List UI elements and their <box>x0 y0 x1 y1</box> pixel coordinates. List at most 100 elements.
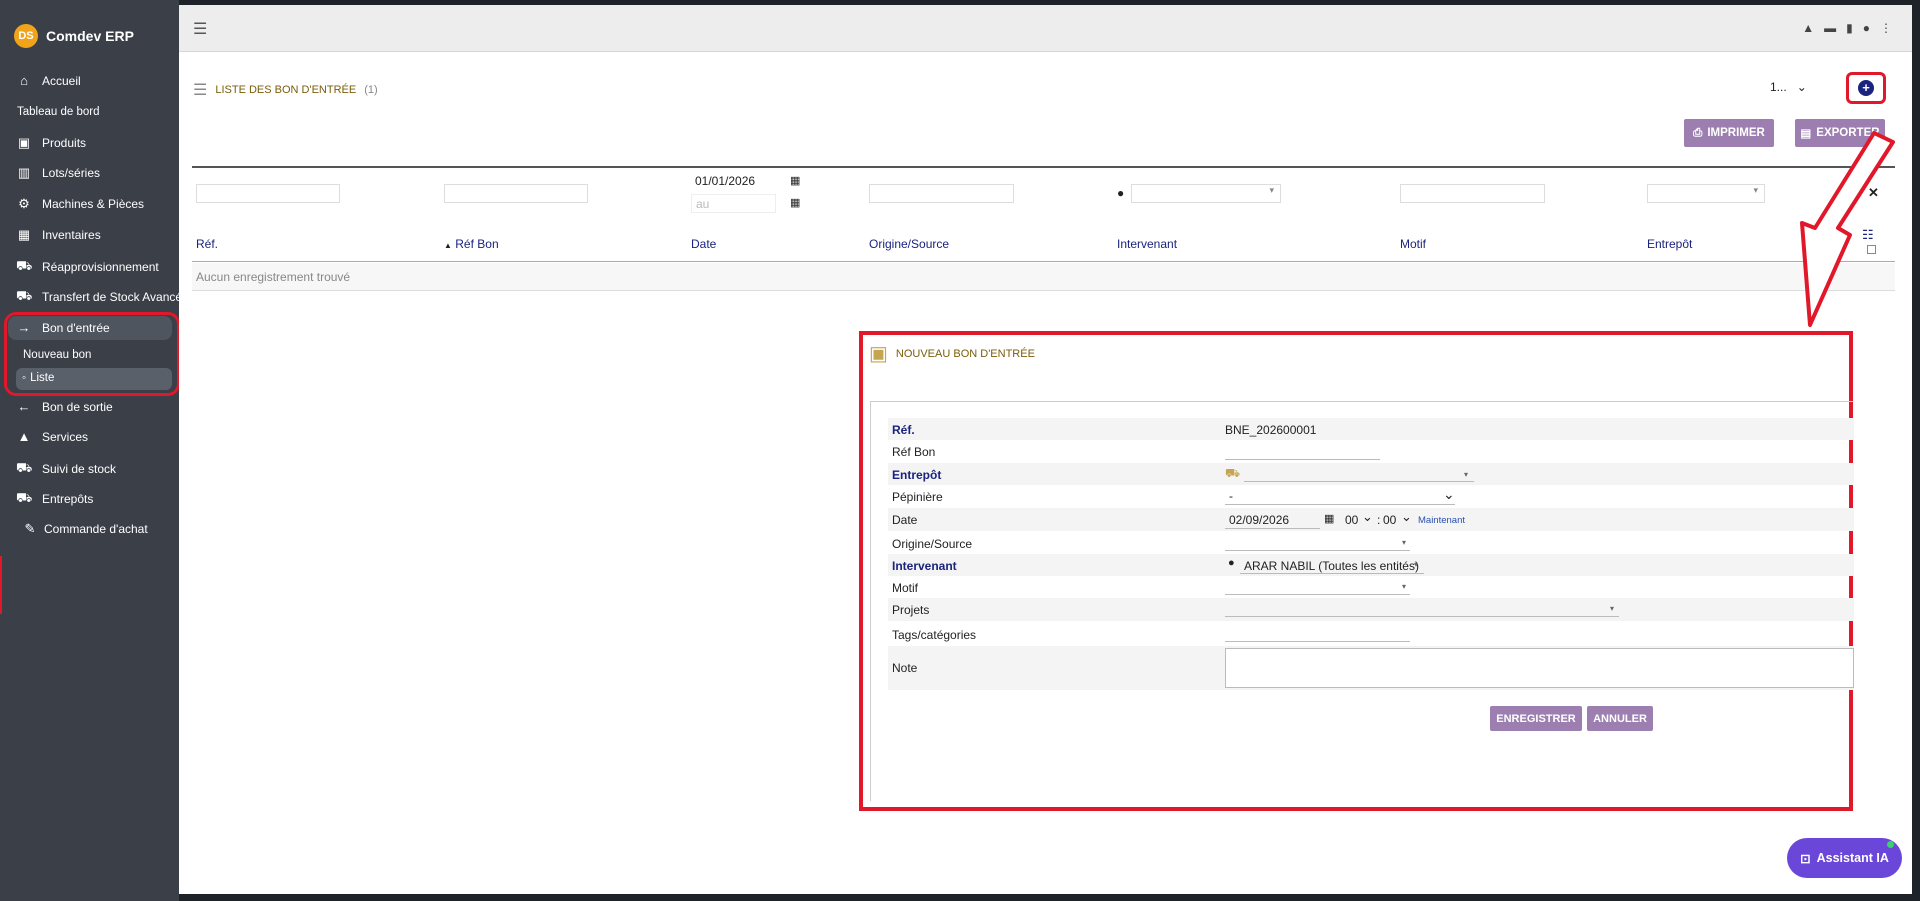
chevron-down-icon: ⌄ <box>1796 80 1807 94</box>
filter-date-from-input[interactable]: 01/01/2026 <box>691 172 786 191</box>
pepiniere-select-value[interactable]: - <box>1229 489 1233 503</box>
list-title: ☰ LISTE DES BON D'ENTRÉE (1) <box>193 80 378 100</box>
export-button[interactable]: ▤ EXPORTER <box>1795 119 1885 147</box>
intervenant-select-value[interactable]: ARAR NABIL (Toutes les entités) <box>1244 559 1419 573</box>
sidebar-item-machines[interactable]: ⚙ Machines & Pièces <box>16 196 144 212</box>
notification-icon[interactable]: ▲ <box>1802 21 1814 35</box>
intervenant-label: Intervenant <box>892 559 957 573</box>
brand[interactable]: DS Comdev ERP <box>14 24 134 48</box>
hamburger-menu-icon[interactable]: ☰ <box>193 19 207 39</box>
chevron-down-icon: ▾ <box>1464 470 1469 479</box>
sidebar-item-bon-entree[interactable]: → Bon d'entrée <box>16 320 110 335</box>
motif-select[interactable] <box>1225 594 1410 595</box>
origine-select[interactable] <box>1225 550 1410 551</box>
form-row-ref-bon: Réf Bon <box>888 440 1854 463</box>
projets-select[interactable] <box>1225 616 1619 617</box>
sidebar-item-label: Lots/séries <box>42 166 101 180</box>
truck-icon: ⛟ <box>16 460 33 475</box>
date-input[interactable]: 02/09/2026 <box>1229 513 1289 527</box>
pepiniere-label: Pépinière <box>892 490 943 504</box>
hour-select[interactable]: 00 <box>1345 513 1358 527</box>
note-textarea[interactable] <box>1225 648 1854 688</box>
sidebar-item-bon-sortie[interactable]: ← Bon de sortie <box>16 399 113 414</box>
calendar-icon[interactable]: ▦ <box>1324 512 1334 525</box>
column-header-entrepot[interactable]: Entrepôt <box>1647 237 1692 251</box>
sidebar-item-transfert-stock[interactable]: ⛟ Transfert de Stock Avancé <box>16 288 182 306</box>
table-header-row: Réf. ▲ Réf Bon Date Origine/Source Inter… <box>192 226 1895 262</box>
ref-value: BNE_202600001 <box>1225 423 1317 437</box>
column-header-origine[interactable]: Origine/Source <box>869 237 949 251</box>
filter-row: 01/01/2026 ▦ au ▦ ● ▾ ▾ ⚲ ✕ <box>192 166 1895 226</box>
bullet-icon: ◦ <box>22 372 27 384</box>
select-all-checkbox[interactable] <box>1867 245 1876 254</box>
user-avatar-icon[interactable]: ● <box>1863 21 1870 35</box>
chat-icon[interactable]: ▬ <box>1824 21 1836 35</box>
more-menu-icon[interactable]: ⋮ <box>1880 21 1892 35</box>
column-header-ref-bon[interactable]: ▲ Réf Bon <box>444 237 499 251</box>
filter-ref-input[interactable] <box>196 184 340 203</box>
column-header-date[interactable]: Date <box>691 237 716 251</box>
assistant-ia-button[interactable]: ⊡ Assistant IA <box>1787 838 1902 878</box>
top-bar-icons: ▲ ▬ ▮ ● ⋮ <box>1802 21 1892 35</box>
date-input-line <box>1225 528 1320 529</box>
sidebar-item-accueil[interactable]: ⌂ Accueil <box>16 73 81 88</box>
minute-select[interactable]: 00 <box>1383 513 1396 527</box>
online-status-dot <box>1887 841 1894 848</box>
form-title: ▣ NOUVEAU BON D'ENTRÉE <box>869 341 1035 366</box>
add-new-button[interactable]: + <box>1846 72 1886 104</box>
export-label: EXPORTER <box>1816 127 1880 139</box>
sidebar-item-produits[interactable]: ▣ Produits <box>16 135 86 151</box>
sidebar-item-lots-series[interactable]: ▥ Lots/séries <box>16 165 100 181</box>
filter-intervenant-select[interactable]: ▾ <box>1131 184 1281 203</box>
calendar-icon[interactable]: ▦ <box>790 196 800 209</box>
main-content: ☰ ▲ ▬ ▮ ● ⋮ ☰ LISTE DES BON D'ENTRÉE (1)… <box>179 5 1912 894</box>
filter-motif-input[interactable] <box>1400 184 1545 203</box>
ref-bon-input[interactable] <box>1225 459 1380 460</box>
chevron-down-icon: ⌄ <box>1362 509 1373 524</box>
filter-date-to-input[interactable]: au <box>691 194 776 213</box>
entrepot-select[interactable] <box>1244 481 1474 482</box>
app-logo: DS <box>14 24 38 48</box>
save-button[interactable]: ENREGISTRER <box>1490 706 1582 731</box>
boxes-icon: ▦ <box>17 227 31 242</box>
truck-icon: ⛟ <box>16 258 33 273</box>
printer-icon: ⎙ <box>1693 126 1703 139</box>
tags-input[interactable] <box>1225 641 1410 642</box>
cancel-button[interactable]: ANNULER <box>1587 706 1653 731</box>
sidebar-item-commande-achat[interactable]: ✎ Commande d'achat <box>22 521 148 537</box>
sidebar-item-tableau-de-bord[interactable]: Tableau de bord <box>17 106 99 118</box>
column-header-intervenant[interactable]: Intervenant <box>1117 237 1177 251</box>
column-header-ref[interactable]: Réf. <box>196 237 218 251</box>
sidebar-item-entrepots[interactable]: ⛟ Entrepôts <box>16 490 93 508</box>
date-label: Date <box>892 513 918 527</box>
filter-origine-input[interactable] <box>869 184 1014 203</box>
page-size-value: 1... <box>1770 80 1787 94</box>
column-header-motif[interactable]: Motif <box>1400 237 1426 251</box>
list-count: (1) <box>364 84 378 96</box>
file-icon: ▤ <box>1800 128 1812 140</box>
filter-entrepot-select[interactable]: ▾ <box>1647 184 1765 203</box>
calendar-icon[interactable]: ▦ <box>790 174 800 187</box>
print-button[interactable]: ⎙ IMPRIMER <box>1684 119 1774 147</box>
trash-icon[interactable]: ▮ <box>1846 21 1853 35</box>
sidebar-item-reapprovisionnement[interactable]: ⛟ Réapprovisionnement <box>16 258 159 276</box>
clear-filter-icon[interactable]: ✕ <box>1868 185 1879 201</box>
sidebar-item-label: Transfert de Stock Avancé <box>42 290 183 304</box>
ref-label: Réf. <box>892 423 915 437</box>
now-link[interactable]: Maintenant <box>1418 515 1465 526</box>
filter-ref-bon-input[interactable] <box>444 184 588 203</box>
chevron-down-icon: ▾ <box>1402 538 1407 547</box>
column-chooser-icon[interactable]: ☷ <box>1862 227 1874 243</box>
search-icon[interactable]: ⚲ <box>1850 185 1860 201</box>
truck-icon: ⛟ <box>16 288 33 303</box>
sidebar-item-nouveau-bon[interactable]: Nouveau bon <box>23 349 91 361</box>
projets-label: Projets <box>892 603 930 617</box>
sidebar-item-label: Suivi de stock <box>42 462 117 476</box>
sidebar-item-services[interactable]: ▲ Services <box>16 429 88 444</box>
page-size-select[interactable]: 1... ⌄ <box>1770 80 1807 94</box>
sidebar-item-inventaires[interactable]: ▦ Inventaires <box>16 227 101 243</box>
sidebar-item-liste[interactable]: ◦ Liste <box>22 372 54 384</box>
sidebar-item-suivi-stock[interactable]: ⛟ Suivi de stock <box>16 460 116 478</box>
top-bar: ☰ ▲ ▬ ▮ ● ⋮ <box>179 5 1912 52</box>
chevron-down-icon: ▾ <box>1610 604 1615 613</box>
